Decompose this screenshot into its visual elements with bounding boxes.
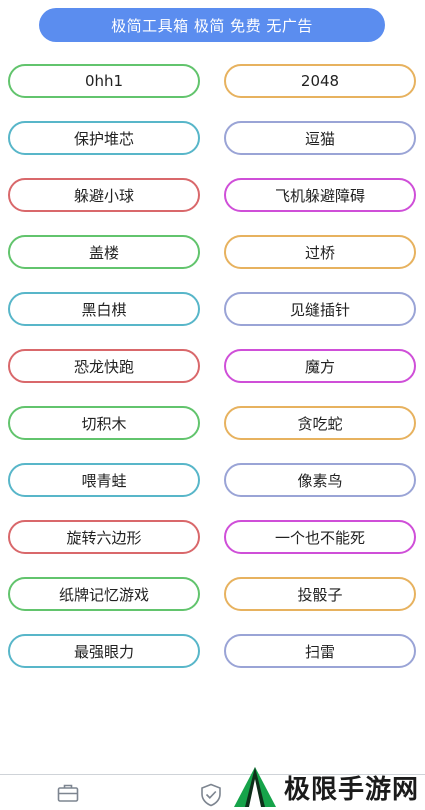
game-button-label: 切积木 [81,414,127,433]
game-button-label: 最强眼力 [73,642,134,661]
game-button-label: 像素鸟 [297,471,343,490]
game-button[interactable]: 魔方 [224,349,416,383]
game-button[interactable]: 最强眼力 [8,634,200,668]
game-button-label: 纸牌记忆游戏 [58,585,149,604]
game-button-label: 魔方 [304,357,335,376]
game-button-label: 喂青蛙 [81,471,127,490]
game-button-label: 飞机躲避障碍 [274,186,365,205]
game-button[interactable]: 躲避小球 [8,178,200,212]
game-button[interactable]: 扫雷 [224,634,416,668]
game-button-label: 投骰子 [297,585,343,604]
game-button[interactable]: 恐龙快跑 [8,349,200,383]
triangle-logo-icon [234,767,276,807]
game-button[interactable]: 过桥 [224,235,416,269]
game-button[interactable]: 黑白棋 [8,292,200,326]
game-button-label: 恐龙快跑 [73,357,134,376]
game-grid: 0hh1 2048 保护堆芯 逗猫躲避小球 飞机躲避障碍盖楼 过桥黑白棋 见缝插针恐龙快跑 魔… [8,64,417,668]
game-button-label: 躲避小球 [73,186,134,205]
game-button-label: 见缝插针 [289,300,350,319]
game-button[interactable]: 逗猫 [224,121,416,155]
header-banner: 极简工具箱 极简 免费 无广告 [39,8,385,42]
game-button-label: 盖楼 [88,243,119,262]
game-button[interactable]: 纸牌记忆游戏 [8,577,200,611]
game-button-label: 黑白棋 [81,300,127,319]
shield-check-icon[interactable] [200,783,222,810]
game-button[interactable]: 保护堆芯 [8,121,200,155]
game-button-label: 保护堆芯 [73,129,134,148]
game-button[interactable]: 切积木 [8,406,200,440]
watermark: 极限手游网 [232,765,419,809]
game-button[interactable]: 喂青蛙 [8,463,200,497]
game-button-label: 扫雷 [304,642,335,661]
game-button[interactable]: 盖楼 [8,235,200,269]
game-button[interactable]: 2048 [224,64,416,98]
game-list-page: 极简工具箱 极简 免费 无广告 0hh1 2048 保护堆芯 逗猫躲避小球 飞机躲避障碍… [0,0,425,810]
game-button-label: 旋转六边形 [66,528,142,547]
game-button[interactable]: 见缝插针 [224,292,416,326]
game-button-label: 2048 [300,72,340,90]
game-button-label: 逗猫 [304,129,335,148]
game-button[interactable]: 像素鸟 [224,463,416,497]
banner-text: 极简工具箱 极简 免费 无广告 [111,16,313,35]
game-button[interactable]: 0hh1 [8,64,200,98]
game-button-label: 0hh1 [84,72,124,90]
game-button-label: 过桥 [304,243,335,262]
watermark-text: 极限手游网 [284,774,420,805]
game-button-label: 贪吃蛇 [297,414,343,433]
game-button[interactable]: 贪吃蛇 [224,406,416,440]
game-button[interactable]: 飞机躲避障碍 [224,178,416,212]
toolbox-icon[interactable] [57,783,79,807]
game-button[interactable]: 一个也不能死 [224,520,416,554]
game-button[interactable]: 投骰子 [224,577,416,611]
game-button[interactable]: 旋转六边形 [8,520,200,554]
game-button-label: 一个也不能死 [274,528,365,547]
